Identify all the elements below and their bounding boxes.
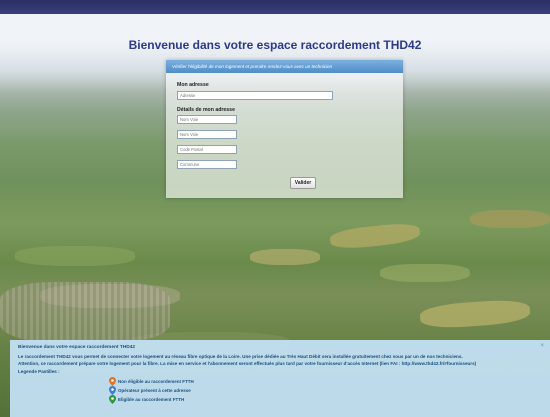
legend-item-eligible: Eligible au raccordement FTTH — [109, 394, 185, 404]
legend-label-not-eligible: Non éligible au raccordement FTTH — [118, 378, 194, 384]
legend-label: Legende Pastilles : — [18, 369, 60, 374]
info-title: Bienvenue dans votre espace raccordement… — [18, 345, 136, 350]
legend-item-not-eligible: Non éligible au raccordement FTTH — [109, 376, 194, 386]
close-icon[interactable]: × — [540, 343, 544, 349]
form-header: Vérifier l'éligibilité de mon logement e… — [166, 60, 403, 73]
street-name-input[interactable] — [177, 115, 237, 124]
top-banner — [0, 0, 550, 14]
street-name-2-input[interactable] — [177, 130, 237, 139]
info-panel: × Bienvenue dans votre espace raccordeme… — [10, 340, 550, 417]
legend-item-operator-present: Opérateur présent à cette adresse — [109, 385, 191, 395]
map-pin-orange-icon — [109, 376, 116, 386]
map-pin-blue-icon — [109, 385, 116, 395]
commune-input[interactable] — [177, 160, 237, 169]
town-area — [0, 282, 170, 342]
info-paragraph-1: Le raccordement THD42 vous permet de con… — [18, 354, 463, 359]
legend-label-operator-present: Opérateur présent à cette adresse — [118, 387, 191, 393]
validate-button[interactable]: Valider — [290, 177, 316, 189]
address-section-label: Mon adresse — [177, 82, 209, 88]
eligibility-form-panel: Vérifier l'éligibilité de mon logement e… — [166, 60, 403, 198]
legend-label-eligible: Eligible au raccordement FTTH — [118, 396, 185, 402]
map-pin-green-icon — [109, 394, 116, 404]
info-paragraph-2: Attention, ce raccordement prépare votre… — [18, 361, 477, 366]
address-input[interactable] — [177, 91, 333, 100]
address-details-label: Détails de mon adresse — [177, 107, 235, 113]
page-title: Bienvenue dans votre espace raccordement… — [128, 38, 422, 52]
postal-code-input[interactable] — [177, 145, 237, 154]
